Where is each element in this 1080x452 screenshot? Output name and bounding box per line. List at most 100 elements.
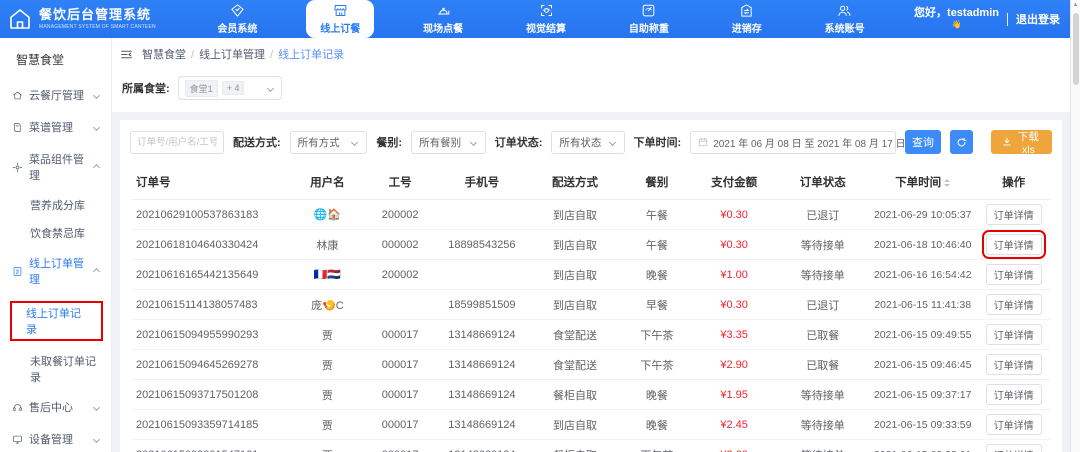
delivery-select[interactable]: 所有方式 — [290, 131, 368, 154]
date-range-input[interactable]: 2021 年 06 月 08 日 至 2021 年 08 月 17 日 — [690, 131, 896, 154]
scrollbar-up-arrow[interactable]: ▲ — [1071, 0, 1080, 11]
time-cell: 2021-06-15 09:28:01 — [868, 440, 977, 452]
nav-item-system-account[interactable]: 系统账号 — [811, 0, 879, 38]
sidebar-item[interactable]: 售后中心 — [0, 391, 111, 423]
order-detail-button[interactable]: 订单详情 — [986, 234, 1042, 255]
vision-checkout-icon — [539, 3, 554, 18]
order-detail-button[interactable]: 订单详情 — [986, 444, 1042, 452]
order-status-label: 订单状态: — [495, 134, 543, 150]
canteen-tag: 食堂1 — [185, 80, 218, 97]
nav-item-self-weighing[interactable]: 自助称重 — [615, 0, 683, 38]
sort-icon[interactable] — [944, 176, 950, 190]
scrollbar-thumb[interactable] — [1073, 13, 1079, 85]
delivery-cell: 到店自取 — [527, 410, 622, 440]
sidebar-subitem[interactable]: 营养成分库 — [0, 191, 111, 219]
action-cell: 订单详情 — [977, 440, 1050, 452]
canteen-filter-row: 所属食堂: 食堂1 + 4 — [112, 68, 1070, 102]
column-header: 订单号 — [132, 164, 291, 200]
column-header: 支付金额 — [691, 164, 777, 200]
order-detail-button[interactable]: 订单详情 — [986, 354, 1042, 375]
sidebar-item[interactable]: 设备管理 — [0, 423, 111, 452]
sidebar-subitem[interactable]: 饮食禁忌库 — [0, 219, 111, 247]
sidebar-subitem[interactable]: 线上订单记录 — [0, 295, 111, 347]
wave-icon: 👋 — [952, 19, 962, 31]
order-detail-button[interactable]: 订单详情 — [986, 414, 1042, 435]
table-body: 20210629100537863183🌐🏠200002到店自取午餐¥0.30已… — [132, 200, 1050, 452]
sidebar-item[interactable]: 线上订单管理 — [0, 247, 111, 295]
table-row: 20210615114138057483庞🍤C18599851509到店自取早餐… — [132, 290, 1050, 320]
breadcrumb-item[interactable]: 线上订单管理 — [199, 49, 265, 61]
column-header: 餐别 — [623, 164, 691, 200]
chevron-down-icon — [267, 84, 274, 91]
order-detail-button[interactable]: 订单详情 — [986, 204, 1042, 225]
breadcrumb-item[interactable]: 智慧食堂 — [142, 49, 186, 61]
order-detail-button[interactable]: 订单详情 — [986, 294, 1042, 315]
emp-no-cell: 000017 — [364, 410, 437, 440]
chevron-down-icon — [351, 138, 358, 145]
sidebar-title: 智慧食堂 — [0, 38, 111, 79]
nav-item-label: 系统账号 — [825, 20, 865, 35]
download-xls-button[interactable]: 下载 xls — [991, 130, 1052, 154]
sidebar-subitem[interactable]: 未取餐订单记录 — [0, 347, 111, 391]
menu-management-icon — [12, 122, 23, 133]
chevron-down-icon — [93, 403, 100, 410]
nav-item-online-order[interactable]: 线上订餐 — [306, 0, 374, 38]
order-detail-button[interactable]: 订单详情 — [986, 384, 1042, 405]
amount-cell: ¥0.30 — [691, 200, 777, 230]
chevron-up-icon — [93, 267, 100, 274]
logo: 餐饮后台管理系统 MANAGEMENT SYSTEM OF SMART CANT… — [0, 0, 180, 38]
window-scrollbar[interactable]: ▲ — [1070, 0, 1080, 452]
canteen-label: 所属食堂: — [122, 80, 170, 96]
nav-item-inventory[interactable]: 进销存 — [718, 0, 776, 38]
status-cell: 已退订 — [777, 200, 868, 230]
username-cell: 贾 — [291, 380, 364, 410]
refresh-button[interactable] — [950, 130, 973, 154]
date-range-value: 2021 年 06 月 08 日 至 2021 年 08 月 17 日 — [713, 135, 905, 150]
status-cell: 已取餐 — [777, 320, 868, 350]
nav-item-member-system[interactable]: 会员系统 — [203, 0, 271, 38]
delivery-cell: 到店自取 — [527, 260, 622, 290]
column-header: 手机号 — [436, 164, 527, 200]
sidebar-menu: 云餐厅管理菜谱管理菜品组件管理营养成分库饮食禁忌库线上订单管理线上订单记录未取餐… — [0, 79, 111, 452]
sidebar-item[interactable]: 云餐厅管理 — [0, 79, 111, 111]
sidebar-item[interactable]: 菜品组件管理 — [0, 143, 111, 191]
nav-item-onsite-order[interactable]: 现场点餐 — [409, 0, 477, 38]
order-status-select[interactable]: 所有状态 — [551, 131, 624, 154]
chevron-down-icon — [93, 123, 100, 130]
username-cell: 贾 — [291, 440, 364, 452]
sidebar-subitem-label: 营养成分库 — [30, 200, 85, 212]
status-cell: 已退订 — [777, 290, 868, 320]
query-button[interactable]: 查询 — [905, 130, 941, 154]
sidebar-item[interactable]: 菜谱管理 — [0, 111, 111, 143]
phone-cell: 18898543256 — [436, 230, 527, 260]
order-detail-button[interactable]: 订单详情 — [986, 264, 1042, 285]
nav-item-label: 视觉结算 — [526, 20, 566, 35]
table-row: 20210615094955990293贾00001713148669124食堂… — [132, 320, 1050, 350]
canteen-more-tag: + 4 — [222, 81, 245, 95]
meal-select[interactable]: 所有餐别 — [411, 131, 486, 154]
order-no-cell: 20210615093359714185 — [132, 410, 291, 440]
nav-item-label: 现场点餐 — [423, 20, 463, 35]
order-time-label: 下单时间: — [634, 134, 682, 150]
status-cell: 等待接单 — [777, 380, 868, 410]
emp-no-cell: 000017 — [364, 320, 437, 350]
cloud-restaurant-icon — [12, 90, 23, 101]
canteen-select[interactable]: 食堂1 + 4 — [178, 76, 282, 100]
delivery-cell: 餐柜自取 — [527, 380, 622, 410]
logo-text: 餐饮后台管理系统 MANAGEMENT SYSTEM OF SMART CANT… — [39, 8, 156, 30]
action-cell: 订单详情 — [977, 380, 1050, 410]
emp-no-cell: 200002 — [364, 260, 437, 290]
menu-fold-icon[interactable] — [120, 48, 133, 61]
action-cell: 订单详情 — [977, 230, 1050, 260]
nav-item-vision-checkout[interactable]: 视觉结算 — [512, 0, 580, 38]
status-cell: 等待接单 — [777, 410, 868, 440]
delivery-cell: 到店自取 — [527, 230, 622, 260]
emp-no-cell: 000002 — [364, 230, 437, 260]
chevron-down-icon — [470, 138, 477, 145]
action-cell: 订单详情 — [977, 290, 1050, 320]
nav-item-label: 线上订餐 — [320, 20, 360, 35]
logout-button[interactable]: 退出登录 — [1016, 11, 1060, 27]
search-input[interactable] — [130, 131, 224, 154]
order-detail-button[interactable]: 订单详情 — [986, 324, 1042, 345]
username-cell: 🇫🇷🇳🇱 — [291, 260, 364, 290]
